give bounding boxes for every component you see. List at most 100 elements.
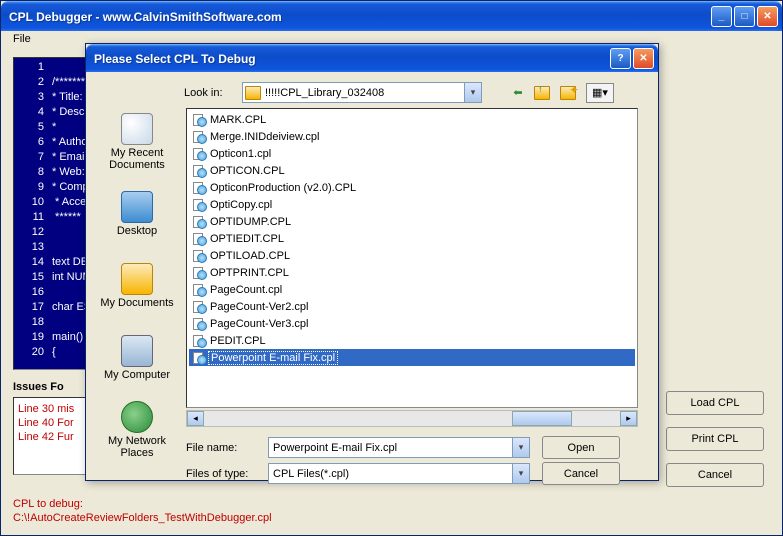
computer-icon xyxy=(121,335,153,367)
file-item[interactable]: PEDIT.CPL xyxy=(189,332,635,349)
filename-value: Powerpoint E-mail Fix.cpl xyxy=(273,442,397,454)
chevron-down-icon[interactable] xyxy=(464,83,481,102)
file-item[interactable]: PageCount-Ver3.cpl xyxy=(189,315,635,332)
open-button[interactable]: Open xyxy=(542,436,620,459)
close-button[interactable]: ✕ xyxy=(757,6,778,27)
file-item[interactable]: Merge.INIDdeiview.cpl xyxy=(189,128,635,145)
file-item[interactable]: OPTPRINT.CPL xyxy=(189,264,635,281)
file-list[interactable]: MARK.CPL Merge.INIDdeiview.cpl Opticon1.cp… xyxy=(186,108,638,408)
file-name: Merge.INIDdeiview.cpl xyxy=(208,131,321,143)
file-item[interactable]: Opticon1.cpl xyxy=(189,145,635,162)
file-item[interactable]: Powerpoint E-mail Fix.cpl xyxy=(189,349,635,366)
dialog-title: Please Select CPL To Debug xyxy=(94,52,610,66)
filetype-combo[interactable]: CPL Files(*.cpl) xyxy=(268,463,530,484)
status-label: CPL to debug: xyxy=(13,497,272,511)
chevron-down-icon[interactable] xyxy=(512,438,529,457)
cpl-file-icon xyxy=(191,231,206,246)
file-item[interactable]: OPTILOAD.CPL xyxy=(189,247,635,264)
views-icon[interactable]: ▦▾ xyxy=(586,83,614,103)
place-label: My Network Places xyxy=(96,435,178,459)
file-item[interactable]: OPTICON.CPL xyxy=(189,162,635,179)
scroll-left-icon[interactable]: ◂ xyxy=(187,411,204,426)
cpl-file-icon xyxy=(191,282,206,297)
place-computer[interactable]: My Computer xyxy=(96,324,178,392)
place-label: Desktop xyxy=(117,225,157,237)
places-bar: My Recent Documents Desktop My Documents… xyxy=(94,108,180,464)
file-name: PEDIT.CPL xyxy=(208,335,268,347)
file-name: OPTILOAD.CPL xyxy=(208,250,292,262)
filename-field[interactable]: Powerpoint E-mail Fix.cpl xyxy=(268,437,530,458)
place-documents[interactable]: My Documents xyxy=(96,252,178,320)
cancel-button-dialog[interactable]: Cancel xyxy=(542,462,620,485)
file-name: MARK.CPL xyxy=(208,114,268,126)
cpl-file-icon xyxy=(191,299,206,314)
cpl-file-icon xyxy=(191,214,206,229)
desktop-icon xyxy=(121,191,153,223)
file-name: PageCount-Ver2.cpl xyxy=(208,301,310,313)
dialog-close-button[interactable]: ✕ xyxy=(633,48,654,69)
load-cpl-button[interactable]: Load CPL xyxy=(666,391,764,415)
scroll-thumb[interactable] xyxy=(512,411,572,426)
issues-label: Issues Fo xyxy=(13,381,64,393)
chevron-down-icon[interactable] xyxy=(512,464,529,483)
file-item[interactable]: PageCount-Ver2.cpl xyxy=(189,298,635,315)
filetype-label: Files of type: xyxy=(186,468,256,480)
minimize-button[interactable]: _ xyxy=(711,6,732,27)
file-name: PageCount-Ver3.cpl xyxy=(208,318,310,330)
lookin-value: !!!!!CPL_Library_032408 xyxy=(265,87,384,99)
status-path: C:\!AutoCreateReviewFolders_TestWithDebu… xyxy=(13,511,272,525)
file-name: OPTIDUMP.CPL xyxy=(208,216,293,228)
file-name: OpticonProduction (v2.0).CPL xyxy=(208,182,358,194)
file-item[interactable]: OPTIEDIT.CPL xyxy=(189,230,635,247)
place-label: My Computer xyxy=(104,369,170,381)
file-item[interactable]: OPTIDUMP.CPL xyxy=(189,213,635,230)
file-name: Powerpoint E-mail Fix.cpl xyxy=(208,351,338,365)
network-icon xyxy=(121,401,153,433)
file-item[interactable]: OptiCopy.cpl xyxy=(189,196,635,213)
filename-label: File name: xyxy=(186,442,256,454)
cpl-file-icon xyxy=(191,112,206,127)
file-item[interactable]: MARK.CPL xyxy=(189,111,635,128)
file-name: PageCount.cpl xyxy=(208,284,284,296)
file-item[interactable]: PageCount.cpl xyxy=(189,281,635,298)
main-title: CPL Debugger - www.CalvinSmithSoftware.c… xyxy=(9,10,711,24)
cpl-file-icon xyxy=(191,146,206,161)
place-desktop[interactable]: Desktop xyxy=(96,180,178,248)
status-area: CPL to debug: C:\!AutoCreateReviewFolder… xyxy=(13,497,272,525)
place-label: My Recent Documents xyxy=(96,147,178,171)
scroll-right-icon[interactable]: ▸ xyxy=(620,411,637,426)
documents-icon xyxy=(121,263,153,295)
back-icon[interactable]: ⬅ xyxy=(508,83,528,103)
cpl-file-icon xyxy=(191,129,206,144)
filetype-value: CPL Files(*.cpl) xyxy=(273,468,349,480)
cancel-button-main[interactable]: Cancel xyxy=(666,463,764,487)
new-folder-icon[interactable]: ✦ xyxy=(560,83,580,103)
file-item[interactable]: OpticonProduction (v2.0).CPL xyxy=(189,179,635,196)
cpl-file-icon xyxy=(191,333,206,348)
up-folder-icon[interactable]: ↑ xyxy=(534,83,554,103)
help-button[interactable]: ? xyxy=(610,48,631,69)
print-cpl-button[interactable]: Print CPL xyxy=(666,427,764,451)
file-menu[interactable]: File xyxy=(7,31,37,47)
file-name: OPTIEDIT.CPL xyxy=(208,233,286,245)
lookin-label: Look in: xyxy=(184,87,234,99)
horizontal-scrollbar[interactable]: ◂ ▸ xyxy=(186,410,638,427)
place-recent[interactable]: My Recent Documents xyxy=(96,108,178,176)
place-network[interactable]: My Network Places xyxy=(96,396,178,464)
file-name: OPTPRINT.CPL xyxy=(208,267,291,279)
cpl-file-icon xyxy=(191,265,206,280)
main-titlebar[interactable]: CPL Debugger - www.CalvinSmithSoftware.c… xyxy=(1,1,782,31)
recent-documents-icon xyxy=(121,113,153,145)
file-open-dialog: Please Select CPL To Debug ? ✕ Look in: … xyxy=(85,43,659,481)
cpl-file-icon xyxy=(191,248,206,263)
cpl-file-icon xyxy=(191,350,206,365)
cpl-file-icon xyxy=(191,197,206,212)
folder-icon xyxy=(245,86,261,100)
cpl-file-icon xyxy=(191,180,206,195)
cpl-file-icon xyxy=(191,316,206,331)
file-name: Opticon1.cpl xyxy=(208,148,273,160)
dialog-titlebar[interactable]: Please Select CPL To Debug ? ✕ xyxy=(86,44,658,72)
file-name: OPTICON.CPL xyxy=(208,165,287,177)
lookin-combo[interactable]: !!!!!CPL_Library_032408 xyxy=(242,82,482,103)
maximize-button[interactable]: □ xyxy=(734,6,755,27)
